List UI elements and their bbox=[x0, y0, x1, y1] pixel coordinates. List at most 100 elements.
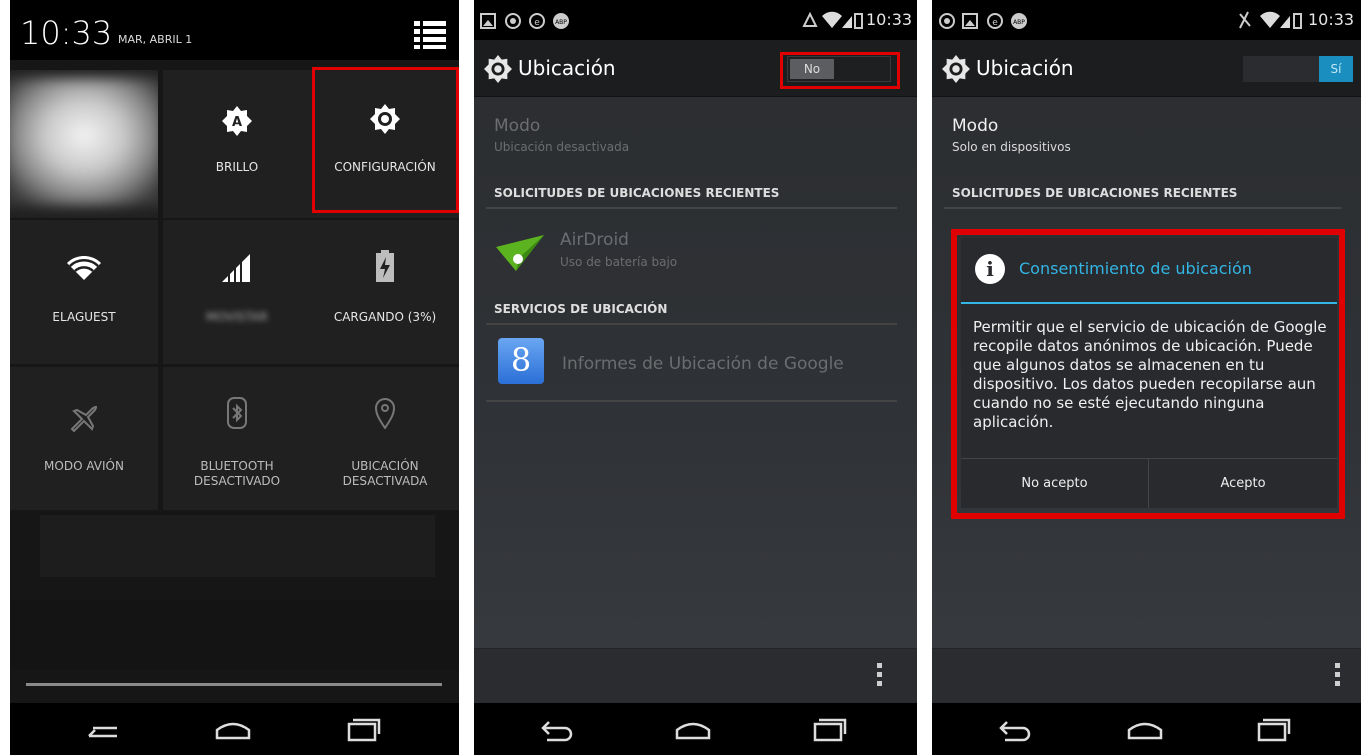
svg-text:ABP: ABP bbox=[1013, 19, 1025, 26]
status-time: 10:33 bbox=[866, 10, 913, 29]
settings-gear-icon[interactable] bbox=[484, 55, 512, 87]
tile-label: BRILLO bbox=[215, 160, 259, 174]
bottom-action-bar bbox=[932, 648, 1361, 703]
user-avatar-tile[interactable] bbox=[10, 70, 158, 218]
location-pin-icon bbox=[311, 397, 459, 429]
home-icon[interactable] bbox=[210, 715, 256, 743]
bottom-action-bar bbox=[474, 648, 917, 703]
background-dock bbox=[10, 600, 459, 670]
recent-apps-icon[interactable] bbox=[1250, 715, 1296, 743]
dialog-title: Consentimiento de ubicación bbox=[1019, 259, 1252, 278]
background-notification bbox=[40, 515, 435, 577]
svg-text:ABP: ABP bbox=[555, 19, 567, 26]
notifications-list-icon[interactable] bbox=[414, 21, 446, 49]
tile-brightness[interactable]: A BRILLO bbox=[163, 70, 311, 218]
recent-app-sub: Uso de batería bajo bbox=[560, 255, 678, 269]
signal-icon bbox=[163, 254, 311, 282]
system-status-icons bbox=[1239, 11, 1302, 29]
recent-requests-header: SOLICITUDES DE UBICACIONES RECIENTES bbox=[952, 186, 1238, 200]
quick-settings-panel: 10:33 MAR, ABRIL 1 A BRILLO CONFIGURACIÓ… bbox=[10, 0, 459, 755]
battery-charging-icon bbox=[311, 250, 459, 282]
service-name: Informes de Ubicación de Google bbox=[562, 354, 844, 374]
nav-bar bbox=[932, 703, 1361, 755]
tile-settings[interactable]: CONFIGURACIÓN bbox=[311, 70, 459, 218]
notification-icons: e ABP bbox=[939, 13, 1027, 29]
action-bar: Ubicación Sí bbox=[932, 40, 1361, 97]
divider bbox=[944, 207, 1341, 209]
recent-requests-header: SOLICITUDES DE UBICACIONES RECIENTES bbox=[494, 186, 780, 200]
home-icon[interactable] bbox=[1122, 715, 1168, 743]
dialog-title-divider bbox=[961, 302, 1337, 304]
svg-text:e: e bbox=[534, 18, 540, 28]
nav-bar bbox=[10, 703, 459, 755]
divider bbox=[486, 207, 897, 209]
tile-wifi[interactable]: ELAGUEST bbox=[10, 220, 158, 364]
back-icon[interactable] bbox=[80, 715, 126, 743]
divider bbox=[486, 400, 897, 402]
recent-app-airdroid[interactable]: AirDroid Uso de batería bajo bbox=[474, 220, 917, 286]
location-switch[interactable]: No bbox=[787, 56, 891, 82]
page-title: Ubicación bbox=[518, 56, 616, 80]
airdroid-icon bbox=[496, 235, 544, 271]
gear-icon bbox=[311, 104, 459, 134]
dialog-body: Permitir que el servicio de ubicación de… bbox=[973, 318, 1327, 431]
airplane-icon bbox=[10, 401, 158, 433]
svg-text:e: e bbox=[992, 18, 998, 28]
avatar bbox=[10, 78, 158, 206]
switch-thumb: No bbox=[790, 59, 834, 79]
tile-bluetooth[interactable]: BLUETOOTH DESACTIVADO bbox=[163, 367, 311, 510]
location-switch[interactable]: Sí bbox=[1243, 56, 1353, 82]
settings-gear-icon[interactable] bbox=[942, 55, 970, 87]
system-status-icons bbox=[802, 11, 863, 29]
overflow-menu-icon[interactable] bbox=[877, 663, 883, 690]
google-location-reporting[interactable]: 8 Informes de Ubicación de Google bbox=[474, 334, 917, 398]
recent-apps-icon[interactable] bbox=[806, 715, 852, 743]
wifi-icon bbox=[10, 256, 158, 280]
clock-date: MAR, ABRIL 1 bbox=[118, 33, 193, 46]
mode-setting[interactable]: Modo Ubicación desactivada bbox=[474, 110, 917, 166]
consent-dialog: i Consentimiento de ubicación Permitir q… bbox=[961, 238, 1337, 508]
notification-header: 10:33 MAR, ABRIL 1 bbox=[10, 0, 459, 60]
location-settings-consent: e ABP 10:33 Ubicación Sí Modo Solo en di… bbox=[932, 0, 1361, 755]
action-bar: Ubicación No bbox=[474, 40, 917, 97]
panel-handle[interactable] bbox=[26, 683, 442, 686]
info-icon: i bbox=[975, 254, 1005, 284]
status-bar: e ABP 10:33 bbox=[474, 0, 917, 40]
mode-label: Modo bbox=[952, 116, 999, 136]
mode-value: Solo en dispositivos bbox=[952, 140, 1071, 154]
tile-location[interactable]: UBICACIÓN DESACTIVADA bbox=[311, 367, 459, 510]
tile-label: CONFIGURACIÓN bbox=[334, 160, 436, 174]
mode-value: Ubicación desactivada bbox=[494, 140, 630, 154]
tile-battery[interactable]: CARGANDO (3%) bbox=[311, 220, 459, 364]
tile-label: MOVISTAR bbox=[206, 310, 268, 324]
tile-mobile-data[interactable]: MOVISTAR bbox=[163, 220, 311, 364]
tile-label: ELAGUEST bbox=[52, 310, 116, 324]
page-title: Ubicación bbox=[976, 56, 1074, 80]
bluetooth-icon bbox=[163, 397, 311, 429]
back-icon[interactable] bbox=[534, 715, 580, 743]
status-time: 10:33 bbox=[1308, 10, 1355, 29]
accept-button[interactable]: Acepto bbox=[1149, 459, 1337, 508]
switch-thumb: Sí bbox=[1319, 56, 1353, 82]
svg-text:A: A bbox=[232, 115, 242, 130]
decline-button[interactable]: No acepto bbox=[961, 459, 1148, 508]
home-icon[interactable] bbox=[670, 715, 716, 743]
status-bar: e ABP 10:33 bbox=[932, 0, 1361, 40]
mode-setting[interactable]: Modo Solo en dispositivos bbox=[932, 110, 1361, 166]
recent-apps-icon[interactable] bbox=[340, 715, 386, 743]
notification-icons: e ABP bbox=[480, 13, 569, 29]
tile-label: BLUETOOTH DESACTIVADO bbox=[193, 459, 281, 488]
tile-label: UBICACIÓN DESACTIVADA bbox=[342, 459, 428, 488]
tile-airplane[interactable]: MODO AVIÓN bbox=[10, 367, 158, 510]
location-settings-off: e ABP 10:33 Ubicación No Modo Ubicación … bbox=[474, 0, 917, 755]
nav-bar bbox=[474, 703, 917, 755]
services-header: SERVICIOS DE UBICACIÓN bbox=[494, 302, 668, 316]
overflow-menu-icon[interactable] bbox=[1335, 663, 1341, 690]
tile-label: CARGANDO (3%) bbox=[333, 310, 437, 324]
google-icon: 8 bbox=[498, 338, 544, 384]
divider bbox=[486, 323, 897, 325]
brightness-auto-icon: A bbox=[163, 106, 311, 136]
back-icon[interactable] bbox=[992, 715, 1038, 743]
clock-time: 10:33 bbox=[20, 14, 113, 52]
mode-label: Modo bbox=[494, 116, 541, 136]
